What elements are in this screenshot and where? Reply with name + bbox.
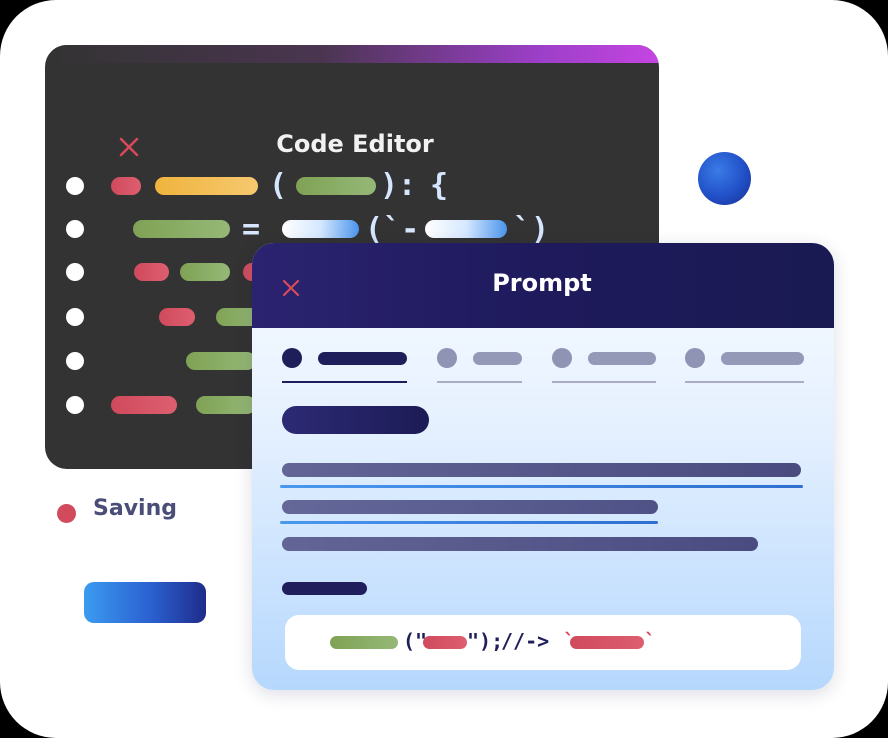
close-icon[interactable] (115, 133, 143, 161)
code-token (423, 636, 467, 649)
prompt-header: Prompt (252, 243, 834, 328)
tab-1[interactable] (282, 347, 407, 383)
code-token (111, 396, 177, 414)
code-symbol: ): (380, 168, 417, 203)
line-marker (66, 396, 84, 414)
editor-title-bar-accent (45, 45, 659, 63)
code-token (196, 396, 256, 414)
tab-underline (552, 381, 656, 383)
tab-4[interactable] (685, 347, 804, 383)
tab-dot (282, 348, 302, 368)
code-token (180, 263, 230, 281)
code-token (570, 636, 644, 649)
code-token (330, 636, 398, 649)
prompt-window: Prompt (" "); //-> ` ` (252, 243, 834, 690)
line-marker (66, 263, 84, 281)
code-token (282, 220, 359, 238)
illustration-card: Code Editor ( ): { = (`- `) Saving Promp… (0, 0, 888, 738)
close-icon[interactable] (280, 277, 302, 299)
prompt-title: Prompt (492, 269, 592, 297)
status-indicator-dot (57, 504, 76, 523)
text-highlight-underline (280, 485, 803, 488)
tab-label-placeholder (318, 352, 407, 365)
code-symbol: { (430, 168, 449, 203)
tab-underline (685, 381, 804, 383)
text-line-placeholder (282, 537, 758, 551)
line-marker (66, 220, 84, 238)
code-token (111, 177, 141, 195)
line-marker (66, 177, 84, 195)
tab-underline (437, 381, 522, 383)
status-label: Saving (93, 496, 177, 521)
text-line-placeholder (282, 500, 658, 514)
line-marker (66, 308, 84, 326)
tab-label-placeholder (721, 352, 804, 365)
code-snippet-box: (" "); //-> ` ` (285, 615, 801, 670)
code-token (134, 263, 169, 281)
code-symbol: (`- (365, 212, 420, 247)
code-symbol: "); (467, 629, 504, 653)
editor-title: Code Editor (276, 130, 434, 158)
code-symbol: = (242, 212, 261, 247)
code-token (155, 177, 258, 195)
code-symbol: ( (269, 168, 288, 203)
code-token (186, 352, 256, 370)
text-line-placeholder (282, 463, 801, 477)
code-token (159, 308, 195, 326)
tab-3[interactable] (552, 347, 656, 383)
code-token (296, 177, 376, 195)
tab-label-placeholder (588, 352, 656, 365)
decorative-blue-circle (698, 152, 751, 205)
line-marker (66, 352, 84, 370)
text-highlight-underline (280, 521, 658, 524)
content-heading-placeholder (282, 406, 429, 434)
code-token (133, 220, 230, 238)
tab-label-placeholder (473, 352, 522, 365)
tab-dot (685, 348, 705, 368)
code-token (425, 220, 507, 238)
tab-dot (437, 348, 457, 368)
tab-underline (282, 381, 407, 383)
code-symbol: ` (644, 629, 657, 653)
tab-2[interactable] (437, 347, 522, 383)
action-button[interactable] (84, 582, 206, 623)
code-comment: //-> (501, 629, 550, 653)
subheading-placeholder (282, 582, 367, 595)
tab-dot (552, 348, 572, 368)
code-symbol: `) (513, 212, 550, 247)
